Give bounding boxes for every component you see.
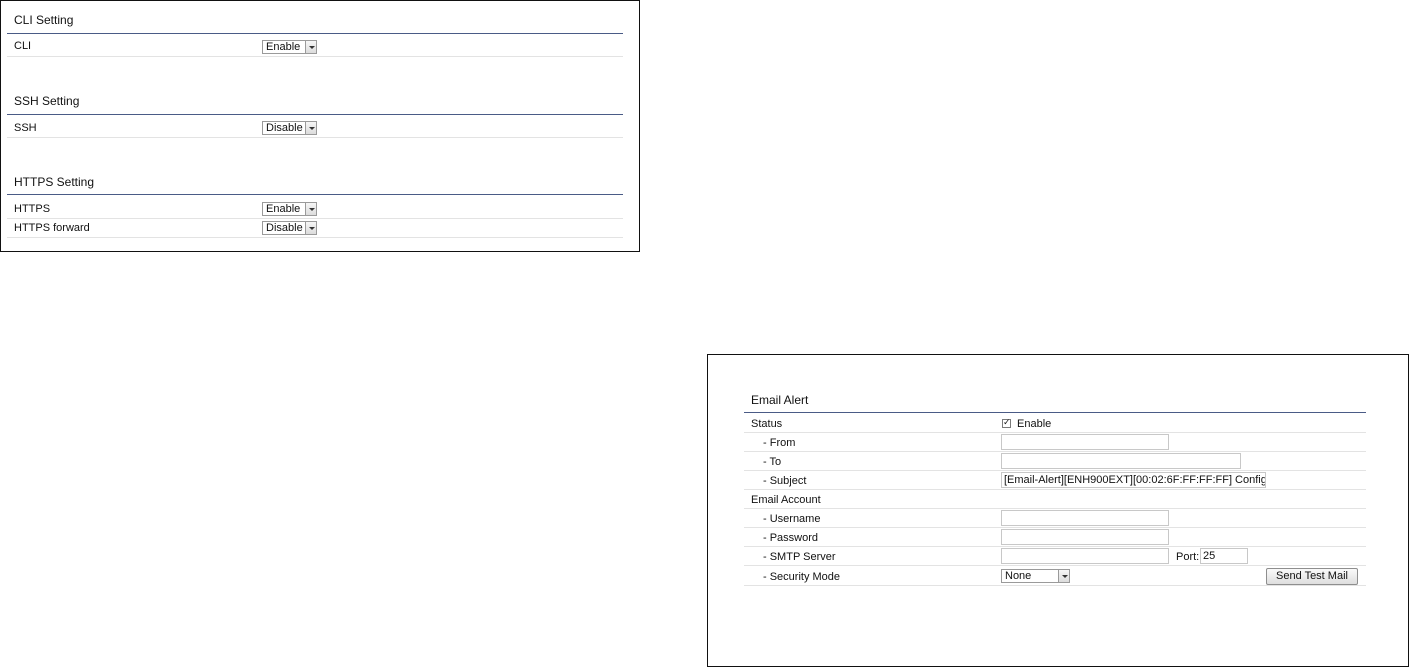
username-label: - Username <box>763 513 821 525</box>
port-label: Port: <box>1176 551 1200 563</box>
chevron-down-icon[interactable] <box>1058 570 1069 582</box>
send-test-mail-button[interactable]: Send Test Mail <box>1266 568 1358 585</box>
row-divider <box>744 565 1366 566</box>
row-divider <box>744 585 1366 586</box>
ssh-setting-divider <box>7 114 623 115</box>
port-input[interactable]: 25 <box>1200 548 1248 564</box>
smtp-server-input[interactable] <box>1001 548 1169 564</box>
email-alert-divider <box>744 412 1366 413</box>
from-input[interactable] <box>1001 434 1169 450</box>
subject-label: - Subject <box>763 475 807 487</box>
https-select[interactable]: Enable <box>262 202 317 216</box>
row-divider <box>744 508 1366 509</box>
to-label: - To <box>763 456 782 468</box>
row-divider <box>7 137 623 138</box>
status-enable-label: Enable <box>1017 418 1052 430</box>
status-label: Status <box>751 418 783 430</box>
cli-select[interactable]: Enable <box>262 40 317 54</box>
cli-setting-title: CLI Setting <box>14 13 74 27</box>
chevron-down-icon[interactable] <box>305 203 316 215</box>
row-divider <box>7 218 623 219</box>
management-settings-panel: CLI Setting CLI Enable SSH Setting SSH D… <box>0 0 640 252</box>
status-enable-checkbox[interactable] <box>1002 417 1011 428</box>
row-divider <box>744 546 1366 547</box>
row-divider <box>744 489 1366 490</box>
ssh-setting-title: SSH Setting <box>14 94 80 108</box>
cli-label: CLI <box>14 40 32 52</box>
password-input[interactable] <box>1001 529 1169 545</box>
smtp-server-label: - SMTP Server <box>763 551 836 563</box>
from-label: - From <box>763 437 796 449</box>
email-alert-panel: Email Alert Status Enable - From - To - … <box>707 354 1409 667</box>
email-account-label: Email Account <box>751 494 821 506</box>
row-divider <box>744 432 1366 433</box>
chevron-down-icon[interactable] <box>305 41 316 53</box>
https-forward-select[interactable]: Disable <box>262 221 317 235</box>
https-forward-select-value: Disable <box>266 222 303 234</box>
cli-setting-divider <box>7 33 623 34</box>
security-mode-label: - Security Mode <box>763 571 841 583</box>
security-mode-select[interactable]: None <box>1001 569 1070 583</box>
ssh-select[interactable]: Disable <box>262 121 317 135</box>
chevron-down-icon[interactable] <box>305 122 316 134</box>
row-divider <box>744 527 1366 528</box>
username-input[interactable] <box>1001 510 1169 526</box>
chevron-down-icon[interactable] <box>305 222 316 234</box>
row-divider <box>7 56 623 57</box>
https-forward-label: HTTPS forward <box>14 222 90 234</box>
email-alert-title: Email Alert <box>751 393 809 407</box>
row-divider <box>7 237 623 238</box>
security-mode-select-value: None <box>1005 570 1032 582</box>
password-label: - Password <box>763 532 819 544</box>
https-setting-title: HTTPS Setting <box>14 175 95 189</box>
https-label: HTTPS <box>14 203 51 215</box>
ssh-select-value: Disable <box>266 122 303 134</box>
subject-input[interactable]: [Email-Alert][ENH900EXT][00:02:6F:FF:FF:… <box>1001 472 1266 488</box>
cli-select-value: Enable <box>266 41 301 53</box>
to-input[interactable] <box>1001 453 1241 469</box>
ssh-label: SSH <box>14 122 37 134</box>
https-select-value: Enable <box>266 203 301 215</box>
https-setting-divider <box>7 194 623 195</box>
row-divider <box>744 470 1366 471</box>
row-divider <box>744 451 1366 452</box>
